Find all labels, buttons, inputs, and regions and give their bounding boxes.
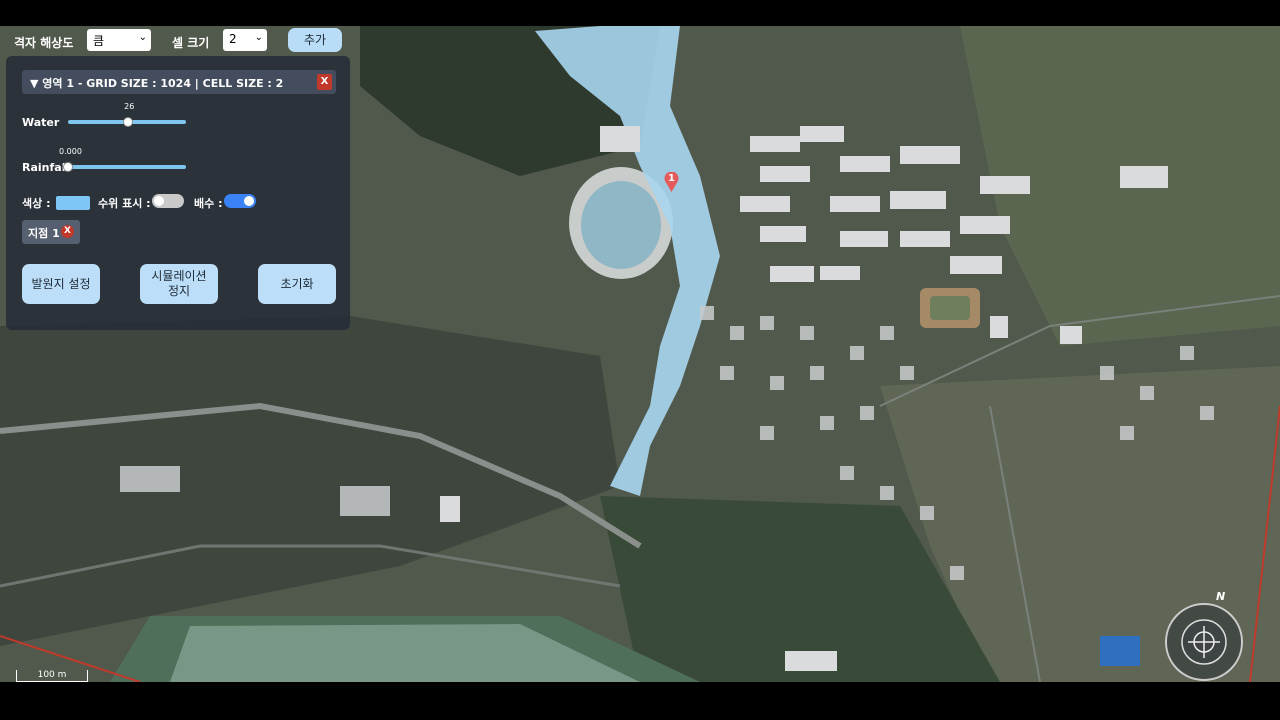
chevron-down-icon: ⌄ [254,32,263,43]
color-swatch[interactable] [56,196,90,210]
grid-resolution-label: 격자 해상도 [14,36,74,50]
point-chip[interactable]: 지점 1 X [22,220,80,244]
cell-size-select[interactable]: 2 ⌄ [223,29,267,51]
area-close-button[interactable]: X [317,74,332,90]
area-header-title: ▼ 영역 1 - GRID SIZE : 1024 | CELL SIZE : … [30,77,284,90]
grid-resolution-value: 큼 [93,34,105,48]
drainage-toggle[interactable] [224,194,256,208]
area-header[interactable]: ▼ 영역 1 - GRID SIZE : 1024 | CELL SIZE : … [22,70,336,94]
stop-simulation-button[interactable]: 시뮬레이션 정지 [140,264,218,304]
rainfall-slider-track[interactable] [68,165,186,169]
point-chip-close-button[interactable]: X [61,225,74,238]
color-label: 색상 : [22,197,51,210]
source-point-marker[interactable]: 1 [664,171,679,192]
water-value: 26 [124,102,135,111]
set-source-button[interactable]: 발원지 설정 [22,264,100,304]
area-panel: ▼ 영역 1 - GRID SIZE : 1024 | CELL SIZE : … [6,56,350,330]
compass-icon [1165,603,1243,681]
reset-button[interactable]: 초기화 [258,264,336,304]
marker-label: 1 [668,173,675,184]
grid-resolution-select[interactable]: 큼 ⌄ [87,29,151,51]
rainfall-slider-thumb[interactable] [63,162,73,172]
cell-size-value: 2 [229,32,237,46]
rainfall-value: 0.000 [59,147,82,156]
chevron-down-icon: ⌄ [138,32,147,43]
compass-widget[interactable]: N [1164,590,1244,682]
water-slider-thumb[interactable] [123,117,134,127]
compass-north-label: N [1216,590,1226,603]
add-button[interactable]: 추가 [288,28,342,52]
cell-size-label: 셀 크기 [172,36,210,50]
scale-bar: 100 m [16,670,88,682]
water-level-display-label: 수위 표시 : [98,197,151,210]
top-toolbar: 격자 해상도 큼 ⌄ 셀 크기 2 ⌄ 추가 [6,26,350,56]
drainage-label: 배수 : [194,197,223,210]
screen: 1 100 m N 격자 해상도 큼 ⌄ 셀 크기 2 ⌄ 추가 ▼ 영역 1 … [0,0,1280,720]
water-level-display-toggle[interactable] [152,194,184,208]
scale-label: 100 m [37,670,67,680]
point-chip-label: 지점 1 [28,227,60,240]
water-label: Water [22,116,60,129]
